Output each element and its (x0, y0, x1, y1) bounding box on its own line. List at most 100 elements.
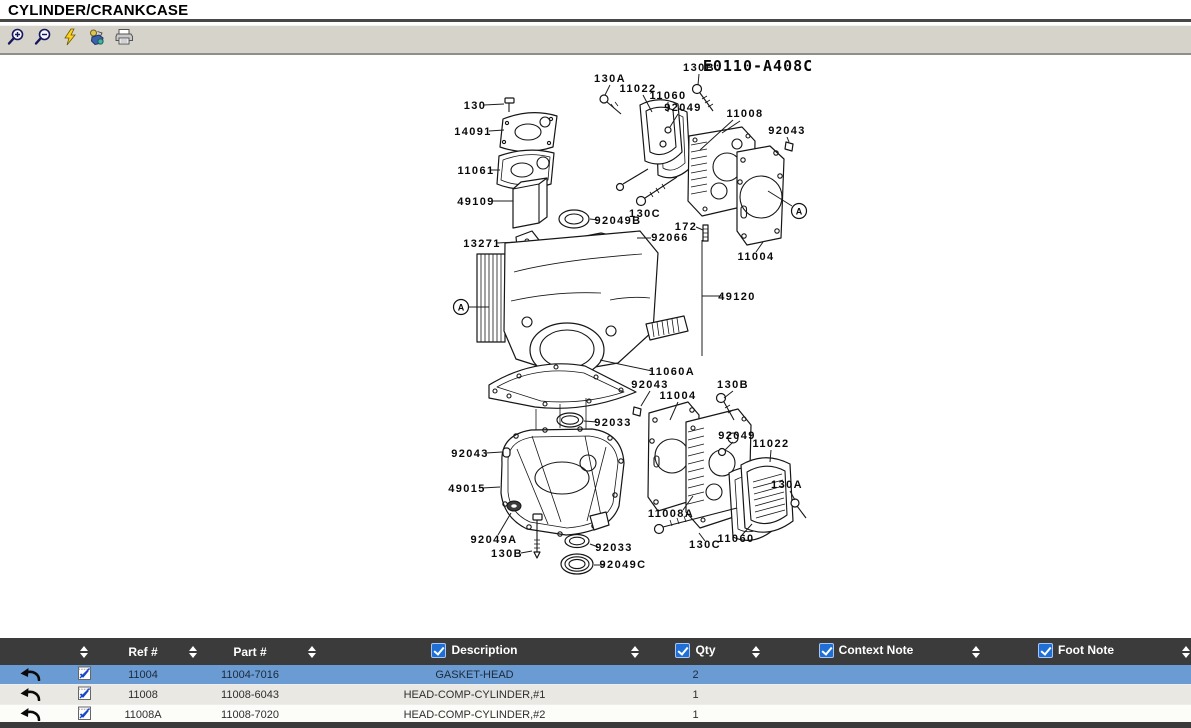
part-callout-130C[interactable]: 130C (689, 539, 721, 551)
sort-icon[interactable] (752, 646, 760, 658)
foot-note-column-header: Foot Note (994, 638, 1158, 665)
part-callout-11060[interactable]: 11060 (650, 90, 687, 102)
flash-button[interactable] (59, 29, 81, 51)
callout-leader-line (641, 391, 650, 406)
part-callout-92043[interactable]: 92043 (768, 125, 806, 137)
part-callout-11008[interactable]: 11008 (727, 108, 764, 120)
svg-text:A: A (796, 207, 803, 217)
print-button[interactable] (113, 29, 135, 51)
ref-column-header: Ref # (108, 638, 178, 665)
table-row[interactable]: 1100811008-6043HEAD-COMP-CYLINDER,#11 (0, 685, 1191, 705)
notepad-check-icon[interactable] (77, 685, 92, 701)
part-callout-11060[interactable]: 11060 (718, 533, 755, 545)
part-drawing-49109-breather[interactable] (513, 178, 547, 228)
part-callout-11008A[interactable]: 11008A (648, 508, 694, 520)
part-callout-49015[interactable]: 49015 (448, 483, 486, 495)
part-drawing-11022-cover-bottom[interactable] (741, 458, 793, 532)
diagram-code: E0110-A408C (703, 57, 813, 75)
part-drawing-172-stud[interactable] (703, 225, 708, 241)
context-note-header-label: Context Note (839, 643, 914, 657)
part-drawing-92043-plug-left[interactable] (503, 448, 510, 457)
part-callout-92049A[interactable]: 92049A (471, 534, 518, 546)
part-drawing-11004-gasket-top[interactable] (737, 146, 784, 245)
parts-view-button[interactable] (86, 29, 108, 51)
zoom-out-button[interactable] (32, 29, 54, 51)
context-note-cell (774, 665, 958, 685)
notepad-check-icon[interactable] (77, 705, 92, 721)
part-callout-92066[interactable]: 92066 (651, 232, 689, 244)
foot-note-header-label: Foot Note (1058, 643, 1114, 657)
part-drawing-92049A-seal[interactable] (507, 501, 521, 511)
part-cell: 11008-6043 (208, 685, 292, 705)
part-drawing-92049B-seal[interactable] (559, 210, 589, 228)
context-note-cell (774, 685, 958, 705)
part-drawing-92049C-seal[interactable] (561, 554, 593, 574)
part-drawing-49120-crankcase[interactable] (477, 231, 688, 377)
sort-icon[interactable] (972, 646, 980, 658)
callout-leader-line (484, 104, 504, 105)
foot-note-cell (994, 665, 1158, 685)
sort-icon[interactable] (80, 646, 88, 658)
sort-icon[interactable] (1182, 646, 1190, 658)
part-callout-92033[interactable]: 92033 (594, 417, 632, 429)
clipped-column-sort (1158, 638, 1191, 665)
undo-icon[interactable] (19, 706, 41, 721)
undo-icon[interactable] (19, 686, 41, 701)
qty-checkbox[interactable] (675, 643, 690, 658)
part-callout-11060A[interactable]: 11060A (649, 366, 695, 378)
part-callout-14091[interactable]: 14091 (454, 126, 492, 138)
ref-cell: 11004 (108, 665, 178, 685)
part-callout-11061[interactable]: 11061 (458, 165, 495, 177)
sort-icon[interactable] (308, 646, 316, 658)
part-drawing-14091-cover[interactable] (500, 113, 557, 152)
part-callout-130B[interactable]: 130B (491, 548, 523, 560)
part-callout-11022[interactable]: 11022 (753, 438, 790, 450)
part-callout-49120[interactable]: 49120 (718, 291, 756, 303)
foot-note-checkbox[interactable] (1038, 643, 1053, 658)
zoom-out-icon (34, 28, 52, 51)
sort-icon[interactable] (631, 646, 639, 658)
undo-icon[interactable] (19, 666, 41, 681)
part-callout-130C[interactable]: 130C (629, 208, 661, 220)
part-drawing-11060A-gasket[interactable] (489, 364, 636, 409)
sort-icon[interactable] (189, 646, 197, 658)
part-drawing-130A-bolt-top[interactable] (600, 95, 621, 114)
part-callout-11004[interactable]: 11004 (660, 390, 697, 402)
qty-cell: 1 (653, 685, 738, 705)
part-callout-130[interactable]: 130 (464, 100, 487, 112)
description-checkbox[interactable] (431, 643, 446, 658)
svg-text:A: A (458, 303, 465, 313)
ref-column-sort (178, 638, 208, 665)
part-drawing-92043-pin-mid[interactable] (633, 407, 641, 416)
part-drawing-130B-bolt-bottom[interactable] (533, 514, 542, 558)
printer-icon (115, 28, 133, 51)
page-title: CYLINDER/CRANKCASE (0, 0, 188, 19)
context-note-checkbox[interactable] (819, 643, 834, 658)
part-callout-92049[interactable]: 92049 (664, 102, 702, 114)
callout-leader-line (498, 513, 511, 535)
part-callout-130B[interactable]: 130B (717, 379, 749, 391)
part-callout-130A[interactable]: 130A (771, 479, 803, 491)
part-callout-49109[interactable]: 49109 (457, 196, 495, 208)
parts-table: Ref # Part # Description Qty Context Not… (0, 638, 1191, 725)
part-drawing-92043-pin-top[interactable] (785, 142, 793, 151)
select-column-sort (60, 638, 108, 665)
part-drawing-130-bolt[interactable] (505, 98, 514, 112)
zoom-in-button[interactable] (5, 29, 27, 51)
part-callout-92049C[interactable]: 92049C (600, 559, 647, 571)
notepad-check-icon[interactable] (77, 665, 92, 681)
parts-diagram[interactable]: 1301409111061491091327192049B130C130BE01… (0, 55, 1191, 638)
description-column-header: Description (332, 638, 617, 665)
part-drawing-92033-oring-lower[interactable] (565, 535, 589, 548)
page-title-bar: CYLINDER/CRANKCASE (0, 0, 1191, 22)
part-callout-11004[interactable]: 11004 (738, 251, 775, 263)
part-callout-92049[interactable]: 92049 (718, 430, 756, 442)
qty-cell: 2 (653, 665, 738, 685)
part-drawing-92033-oring-upper[interactable] (557, 413, 583, 427)
parts-table-grid: Ref # Part # Description Qty Context Not… (0, 638, 1191, 725)
select-cell (60, 685, 108, 705)
part-callout-13271[interactable]: 13271 (463, 238, 501, 250)
part-callout-92043[interactable]: 92043 (451, 448, 489, 460)
table-row[interactable]: 1100411004-7016GASKET-HEAD2 (0, 665, 1191, 685)
part-callout-92033[interactable]: 92033 (595, 542, 633, 554)
